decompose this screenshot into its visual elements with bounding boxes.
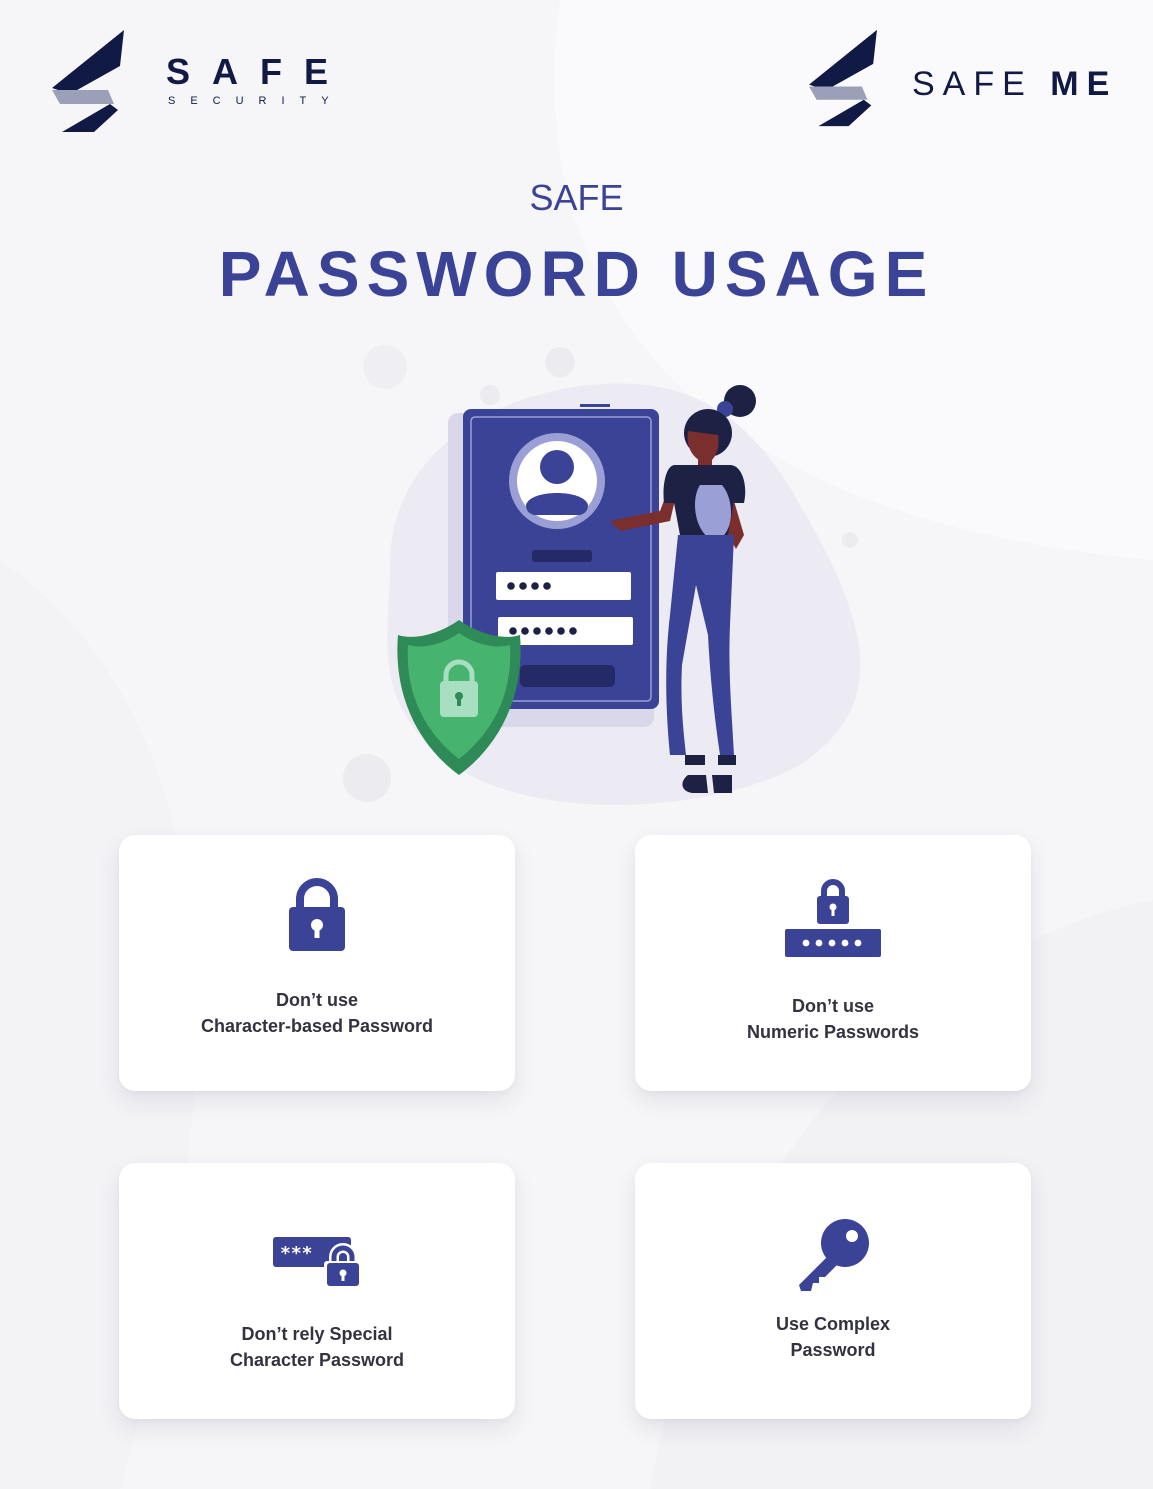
tip-card: *** Don’t rely Special Character Password xyxy=(119,1163,515,1419)
tip-card: Use Complex Password xyxy=(635,1163,1031,1419)
masked-password-lock-icon: *** xyxy=(273,1237,362,1288)
tip-card-text: Don’t use Numeric Passwords xyxy=(746,996,920,1042)
tip-card: Don’t use Numeric Passwords xyxy=(635,835,1031,1091)
brand-right-name: SAFE ME xyxy=(912,65,1118,103)
safe-logo-mark-icon xyxy=(52,30,124,132)
brand-left-tagline: SECURITY xyxy=(168,95,344,107)
page-kicker: SAFE xyxy=(529,177,624,218)
tip-card: Don’t use Character-based Password xyxy=(119,835,515,1091)
key-icon xyxy=(799,1219,869,1291)
tip-card-text: Don’t rely Special Character Password xyxy=(229,1324,405,1370)
brand-left-name: SAFE xyxy=(166,51,351,92)
tip-card-text: Use Complex Password xyxy=(775,1314,891,1360)
safeme-logo: SAFE ME xyxy=(805,28,1125,128)
svg-text:***: *** xyxy=(280,1243,313,1264)
hero-illustration xyxy=(330,335,890,820)
padlock-icon xyxy=(289,878,345,951)
padlock-pin-icon xyxy=(785,879,881,957)
page-title: PASSWORD USAGE xyxy=(218,238,935,310)
safeme-logo-mark-icon xyxy=(809,29,877,127)
tip-card-text: Don’t use Character-based Password xyxy=(200,990,434,1036)
safe-security-logo: SAFE SECURITY xyxy=(48,28,348,138)
